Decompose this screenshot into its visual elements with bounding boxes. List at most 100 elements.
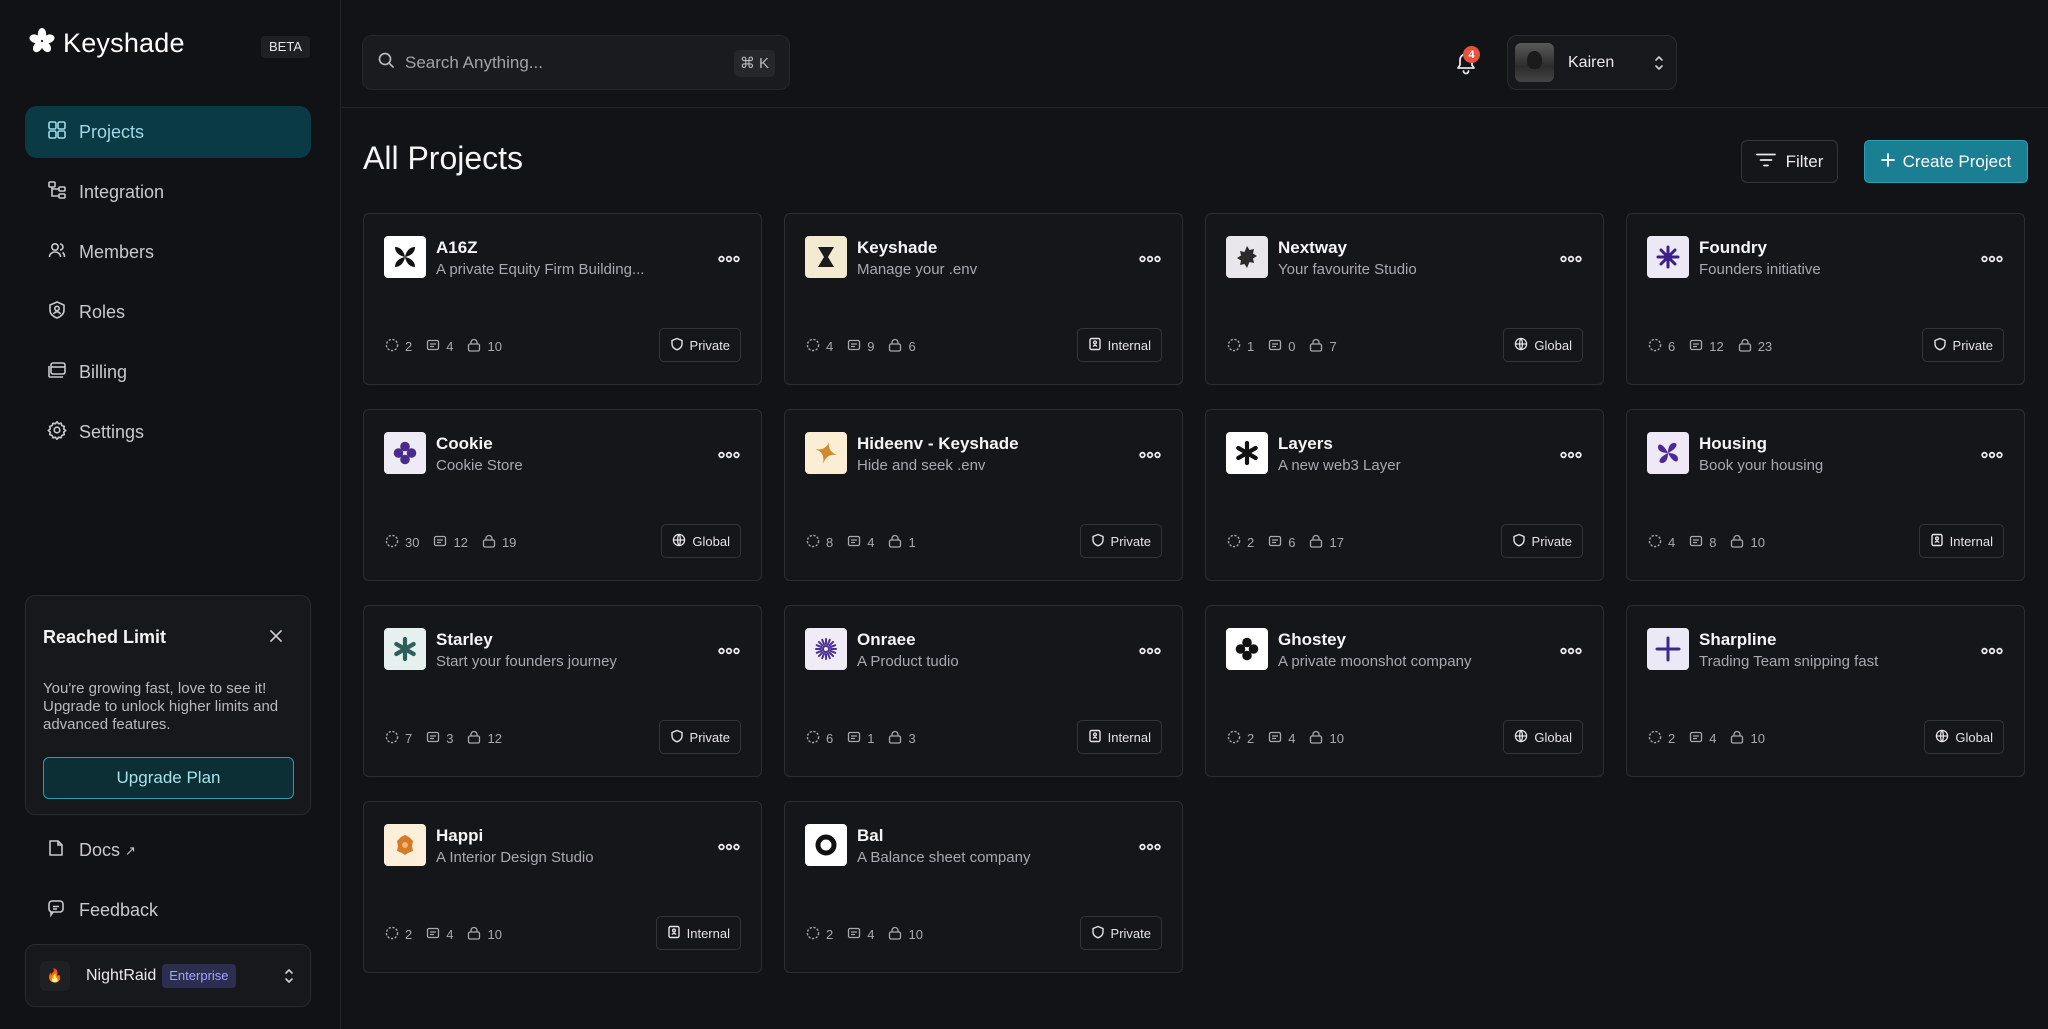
stat-value: 4 bbox=[446, 927, 454, 942]
visibility-label: Private bbox=[689, 337, 730, 353]
limit-card: Reached Limit You're growing fast, love … bbox=[25, 595, 311, 815]
project-card-a16z[interactable]: A16Z A private Equity Firm Building... 2 4 1… bbox=[363, 213, 762, 385]
sidebar-item-integration[interactable]: Integration bbox=[25, 166, 311, 218]
more-options-icon[interactable] bbox=[1981, 250, 2003, 268]
more-options-icon[interactable] bbox=[1139, 642, 1161, 660]
visibility-label: Internal bbox=[1107, 337, 1151, 353]
environments-icon bbox=[385, 534, 399, 551]
burst-logo-icon bbox=[1647, 236, 1689, 278]
project-name: Foundry bbox=[1699, 238, 1767, 257]
notification-count-badge: 4 bbox=[1463, 46, 1480, 63]
sidebar-item-billing[interactable]: Billing bbox=[25, 346, 311, 398]
environments-icon bbox=[1227, 338, 1241, 355]
stat-value: 9 bbox=[867, 339, 875, 354]
stat-environments: 2 bbox=[1648, 730, 1675, 747]
environments-icon bbox=[806, 534, 820, 551]
sidebar-item-members[interactable]: Members bbox=[25, 226, 311, 278]
project-card-bal[interactable]: Bal A Balance sheet company 2 4 10 Private bbox=[784, 801, 1183, 973]
filter-icon bbox=[1755, 152, 1776, 172]
more-options-icon[interactable] bbox=[1139, 838, 1161, 856]
more-options-icon[interactable] bbox=[1560, 642, 1582, 660]
project-card-hideenv-keyshade[interactable]: Hideenv - Keyshade Hide and seek .env 8 4 1 P… bbox=[784, 409, 1183, 581]
close-icon[interactable] bbox=[266, 626, 286, 646]
project-card-nextway[interactable]: Nextway Your favourite Studio 1 0 7 Global bbox=[1205, 213, 1604, 385]
secrets-icon bbox=[1268, 730, 1282, 747]
create-project-button[interactable]: Create Project bbox=[1864, 140, 2028, 183]
more-options-icon[interactable] bbox=[1139, 446, 1161, 464]
project-card-sharpline[interactable]: Sharpline Trading Team snipping fast 2 4 10 G… bbox=[1626, 605, 2025, 777]
more-options-icon[interactable] bbox=[718, 446, 740, 464]
stat-value: 8 bbox=[826, 535, 834, 550]
project-description: Start your founders journey bbox=[436, 653, 617, 670]
chevron-up-down-icon bbox=[1654, 54, 1664, 77]
stat-environments: 4 bbox=[1648, 534, 1675, 551]
brand-logo[interactable]: Keyshade bbox=[29, 28, 185, 59]
secrets-icon bbox=[1268, 534, 1282, 551]
secrets-icon bbox=[426, 338, 440, 355]
project-card-starley[interactable]: Starley Start your founders journey 7 3 12 Pr… bbox=[363, 605, 762, 777]
stat-secrets: 4 bbox=[426, 926, 453, 943]
clover-logo-icon bbox=[1226, 628, 1268, 670]
stat-value: 4 bbox=[1709, 731, 1717, 746]
project-description: A Product tudio bbox=[857, 653, 959, 670]
search-input[interactable] bbox=[405, 52, 725, 73]
sidebar-item-label: Integration bbox=[79, 181, 165, 202]
more-options-icon[interactable] bbox=[1560, 250, 1582, 268]
stat-environments: 2 bbox=[385, 338, 412, 355]
user-name: Kairen bbox=[1568, 53, 1615, 71]
sidebar-item-label: Settings bbox=[79, 421, 145, 442]
shield-icon bbox=[670, 337, 684, 354]
sidebar-item-settings[interactable]: Settings bbox=[25, 406, 311, 458]
limit-body: You're growing fast, love to see it! Upg… bbox=[43, 680, 279, 733]
user-menu[interactable]: Kairen bbox=[1507, 35, 1677, 90]
project-description: Manage your .env bbox=[857, 261, 978, 278]
project-card-ghostey[interactable]: Ghostey A private moonshot company 2 4 10 Glo… bbox=[1205, 605, 1604, 777]
building-icon bbox=[1930, 533, 1944, 550]
feedback-link[interactable]: Feedback bbox=[46, 898, 158, 923]
visibility-badge: Global bbox=[1924, 720, 2004, 754]
stat-value: 2 bbox=[405, 927, 413, 942]
workspace-switcher[interactable]: 🔥 NightRaid Enterprise bbox=[25, 944, 311, 1007]
sidebar-item-projects[interactable]: Projects bbox=[25, 106, 311, 158]
more-options-icon[interactable] bbox=[1981, 642, 2003, 660]
project-card-foundry[interactable]: Foundry Founders initiative 6 12 23 Private bbox=[1626, 213, 2025, 385]
search-bar[interactable]: ⌘ K bbox=[362, 35, 790, 90]
visibility-label: Private bbox=[689, 729, 730, 745]
stat-value: 6 bbox=[1668, 339, 1676, 354]
asterisk-logo-icon bbox=[1226, 432, 1268, 474]
project-card-housing[interactable]: Housing Book your housing 4 8 10 Internal bbox=[1626, 409, 2025, 581]
sidebar-item-label: Roles bbox=[79, 301, 126, 322]
stat-environments: 7 bbox=[385, 730, 412, 747]
stat-value: 1 bbox=[908, 535, 916, 550]
hourglass-logo-icon bbox=[805, 236, 847, 278]
more-options-icon[interactable] bbox=[718, 642, 740, 660]
shield-icon bbox=[1512, 533, 1526, 550]
stat-value: 10 bbox=[1750, 535, 1765, 550]
sidebar-item-roles[interactable]: Roles bbox=[25, 286, 311, 338]
environments-icon bbox=[385, 730, 399, 747]
stat-environments: 1 bbox=[1227, 338, 1254, 355]
docs-link[interactable]: Docs ↗ bbox=[46, 838, 136, 863]
sidebar-item-label: Members bbox=[79, 241, 155, 262]
visibility-label: Private bbox=[1110, 925, 1151, 941]
stat-value: 4 bbox=[1668, 535, 1676, 550]
filter-button[interactable]: Filter bbox=[1741, 140, 1838, 183]
more-options-icon[interactable] bbox=[718, 250, 740, 268]
upgrade-plan-button[interactable]: Upgrade Plan bbox=[43, 757, 294, 799]
project-card-keyshade[interactable]: Keyshade Manage your .env 4 9 6 Internal bbox=[784, 213, 1183, 385]
more-options-icon[interactable] bbox=[1981, 446, 2003, 464]
more-options-icon[interactable] bbox=[1139, 250, 1161, 268]
sidebar-item-label: Projects bbox=[79, 121, 145, 142]
project-stats: 8 4 1 bbox=[806, 534, 930, 551]
more-options-icon[interactable] bbox=[1560, 446, 1582, 464]
more-options-icon[interactable] bbox=[718, 838, 740, 856]
filter-label: Filter bbox=[1785, 151, 1824, 171]
ring-logo-icon bbox=[805, 824, 847, 866]
stat-value: 1 bbox=[867, 731, 875, 746]
project-card-layers[interactable]: Layers A new web3 Layer 2 6 17 Private bbox=[1205, 409, 1604, 581]
project-card-onraee[interactable]: Onraee A Product tudio 6 1 3 Internal bbox=[784, 605, 1183, 777]
project-description: Founders initiative bbox=[1699, 261, 1821, 278]
visibility-label: Private bbox=[1952, 337, 1993, 353]
project-card-cookie[interactable]: Cookie Cookie Store 30 12 19 Global bbox=[363, 409, 762, 581]
project-card-happi[interactable]: Happi A Interior Design Studio 2 4 10 Interna… bbox=[363, 801, 762, 973]
